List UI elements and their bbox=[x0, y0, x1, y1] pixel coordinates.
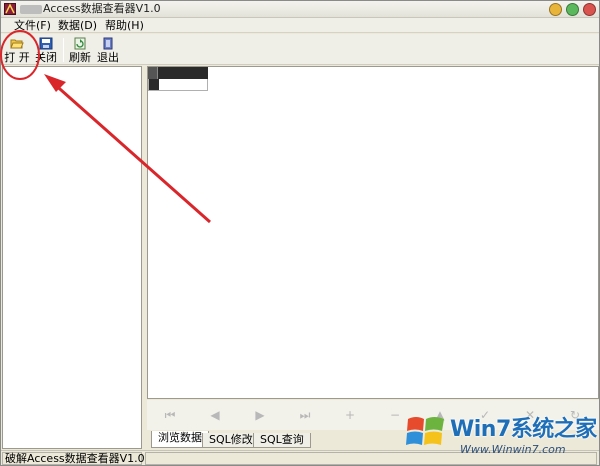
refresh-label: 刷新 bbox=[69, 51, 91, 64]
status-panel-left: 破解Access数据查看器V1.0 bbox=[2, 452, 145, 465]
tab-browse-data[interactable]: 浏览数据 bbox=[151, 431, 209, 448]
nav-insert-button[interactable]: + bbox=[343, 408, 357, 422]
exit-door-icon bbox=[103, 37, 113, 50]
close-button[interactable]: 关闭 bbox=[33, 34, 59, 65]
app-icon bbox=[4, 3, 16, 15]
exit-button[interactable]: 退出 bbox=[95, 34, 121, 65]
minimize-button[interactable] bbox=[549, 3, 562, 16]
nav-first-button[interactable]: ⏮ bbox=[163, 408, 177, 422]
title-redaction bbox=[20, 5, 42, 14]
grid-row[interactable] bbox=[148, 79, 208, 91]
maximize-button[interactable] bbox=[566, 3, 579, 16]
title-bar[interactable]: Access数据查看器V1.0 bbox=[1, 1, 599, 18]
save-close-icon bbox=[39, 37, 53, 50]
close-label: 关闭 bbox=[35, 51, 57, 64]
watermark: Win7系统之家 Www.Winwin7.com bbox=[400, 405, 598, 463]
menu-bar: 文件(F) 数据(D) 帮助(H) bbox=[1, 18, 599, 33]
toolbar-separator bbox=[63, 38, 64, 62]
app-window: Access数据查看器V1.0 文件(F) 数据(D) 帮助(H) 打 开 关闭 bbox=[0, 0, 600, 466]
refresh-button[interactable]: 刷新 bbox=[68, 34, 92, 65]
nav-next-button[interactable]: ▶ bbox=[253, 408, 267, 422]
exit-label: 退出 bbox=[97, 51, 119, 64]
table-list-pane[interactable] bbox=[2, 66, 142, 449]
close-window-button[interactable] bbox=[583, 3, 596, 16]
status-text: 破解Access数据查看器V1.0 bbox=[5, 452, 145, 465]
nav-prior-button[interactable]: ◀ bbox=[208, 408, 222, 422]
tab-sql-modify[interactable]: SQL修改 bbox=[202, 433, 260, 448]
watermark-title: Win7系统之家 bbox=[450, 417, 597, 442]
menu-file[interactable]: 文件(F) bbox=[14, 19, 51, 32]
menu-help[interactable]: 帮助(H) bbox=[105, 19, 144, 32]
watermark-url: Www.Winwin7.com bbox=[460, 443, 566, 456]
refresh-icon bbox=[74, 37, 86, 50]
folder-open-icon bbox=[10, 39, 24, 49]
open-label: 打 开 bbox=[4, 51, 30, 64]
open-button[interactable]: 打 开 bbox=[3, 34, 31, 65]
menu-data[interactable]: 数据(D) bbox=[58, 19, 97, 32]
row-indicator bbox=[149, 79, 159, 90]
data-grid[interactable] bbox=[147, 66, 599, 399]
toolbar: 打 开 关闭 刷新 退出 bbox=[1, 34, 599, 65]
window-title: Access数据查看器V1.0 bbox=[43, 2, 161, 15]
windows-logo-icon bbox=[406, 417, 444, 445]
grid-corner-cell bbox=[148, 67, 158, 79]
nav-last-button[interactable]: ⏭ bbox=[298, 408, 312, 422]
tab-sql-query[interactable]: SQL查询 bbox=[253, 433, 311, 448]
